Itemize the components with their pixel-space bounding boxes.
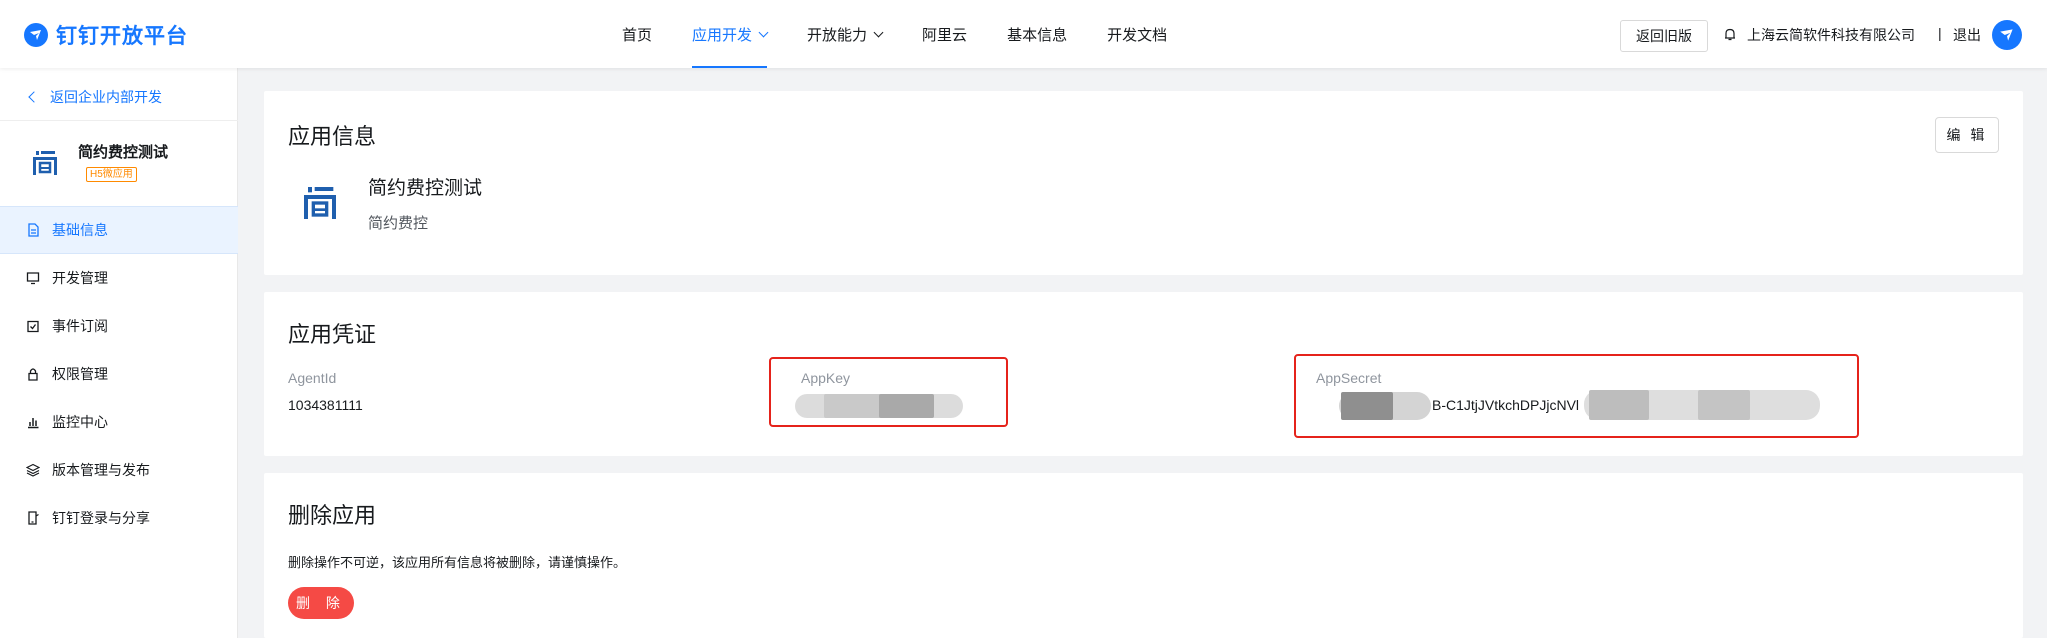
lock-icon bbox=[28, 368, 38, 381]
app-description: 简约费控 bbox=[368, 215, 429, 232]
app-logo-icon bbox=[304, 187, 336, 219]
sidebar-item-version-release[interactable]: 版本管理与发布 bbox=[0, 446, 238, 494]
divider bbox=[0, 120, 238, 121]
company-name[interactable]: 上海云简软件科技有限公司 bbox=[1747, 25, 1915, 45]
sidebar-app-name: 简约费控测试 bbox=[78, 144, 169, 161]
delete-warning-text: 删除操作不可逆，该应用所有信息将被删除，请谨慎操作。 bbox=[288, 555, 627, 570]
dingtalk-logo-icon bbox=[24, 23, 48, 47]
back-to-internal-dev-link[interactable]: 返回企业内部开发 bbox=[28, 87, 162, 107]
nav-home[interactable]: 首页 bbox=[622, 0, 652, 68]
main-nav: 首页 应用开发 开放能力 阿里云 基本信息 开发文档 bbox=[622, 0, 1207, 68]
bell-icon[interactable] bbox=[1724, 28, 1736, 41]
appsecret-label: AppSecret bbox=[1316, 370, 1382, 386]
layers-icon bbox=[26, 463, 40, 477]
phone-share-icon bbox=[28, 511, 39, 525]
nav-app-dev-label: 应用开发 bbox=[692, 26, 753, 44]
app-name: 简约费控测试 bbox=[368, 178, 483, 199]
logo-text: 钉钉开放平台 bbox=[56, 25, 188, 48]
logout-link[interactable]: 退出 bbox=[1953, 25, 1981, 45]
back-link-label: 返回企业内部开发 bbox=[50, 89, 162, 105]
credentials-card: 应用凭证 AgentId 1034381111 AppKey AppSecret… bbox=[264, 292, 2023, 456]
app-info-card: 应用信息 编 辑 简约费控测试 简约费控 bbox=[264, 91, 2023, 275]
sidebar-item-label: 钉钉登录与分享 bbox=[52, 510, 150, 526]
app-type-badge: H5微应用 bbox=[86, 167, 137, 182]
agent-id-value: 1034381111 bbox=[288, 397, 363, 413]
chevron-down-icon bbox=[873, 27, 884, 37]
appkey-label: AppKey bbox=[801, 370, 851, 386]
top-navigation-bar: 钉钉开放平台 首页 应用开发 开放能力 阿里云 基本信息 开发文档 返回旧版 上… bbox=[0, 0, 2047, 68]
sidebar-item-label: 开发管理 bbox=[52, 270, 108, 286]
sidebar-item-label: 权限管理 bbox=[52, 366, 108, 382]
sidebar-item-basic-info[interactable]: 基础信息 bbox=[0, 206, 238, 254]
avatar[interactable] bbox=[1992, 20, 2022, 50]
nav-app-dev[interactable]: 应用开发 bbox=[692, 0, 769, 68]
chevron-left-icon bbox=[28, 91, 40, 103]
document-icon bbox=[28, 223, 39, 237]
nav-basic-info[interactable]: 基本信息 bbox=[1007, 0, 1067, 68]
sidebar-item-label: 监控中心 bbox=[52, 414, 108, 430]
sidebar-item-dev-management[interactable]: 开发管理 bbox=[0, 254, 238, 302]
nav-open-capabilities[interactable]: 开放能力 bbox=[807, 0, 884, 68]
app-logo-icon bbox=[33, 151, 57, 175]
calendar-check-icon bbox=[27, 320, 39, 333]
nav-home-label: 首页 bbox=[622, 26, 653, 44]
agent-id-label: AgentId bbox=[288, 370, 337, 386]
delete-app-title: 删除应用 bbox=[288, 503, 377, 528]
sidebar-menu: 基础信息 开发管理 事件订阅 权限管理 监控中心 版本管理与发布 钉钉登录与分享 bbox=[0, 206, 238, 542]
sidebar-item-label: 事件订阅 bbox=[52, 318, 108, 334]
monitor-icon bbox=[26, 272, 40, 285]
sidebar-item-login-share[interactable]: 钉钉登录与分享 bbox=[0, 494, 238, 542]
sidebar-item-monitoring[interactable]: 监控中心 bbox=[0, 398, 238, 446]
sidebar-item-event-subscription[interactable]: 事件订阅 bbox=[0, 302, 238, 350]
bar-chart-icon bbox=[28, 418, 39, 429]
nav-basic-info-label: 基本信息 bbox=[1007, 26, 1068, 44]
delete-app-card: 删除应用 删除操作不可逆，该应用所有信息将被删除，请谨慎操作。 删 除 bbox=[264, 473, 2023, 638]
separator: | bbox=[1938, 25, 1942, 41]
nav-open-capabilities-label: 开放能力 bbox=[807, 26, 868, 44]
nav-aliyun-label: 阿里云 bbox=[922, 26, 968, 44]
credentials-title: 应用凭证 bbox=[288, 322, 377, 347]
sidebar: 返回企业内部开发 简约费控测试 H5微应用 基础信息 开发管理 事件订阅 权限管… bbox=[0, 68, 238, 638]
delete-app-button[interactable]: 删 除 bbox=[288, 587, 354, 619]
sidebar-item-label: 基础信息 bbox=[52, 222, 108, 238]
dingtalk-logo[interactable]: 钉钉开放平台 bbox=[24, 22, 188, 48]
nav-aliyun[interactable]: 阿里云 bbox=[922, 0, 967, 68]
edit-button[interactable]: 编 辑 bbox=[1935, 117, 1999, 153]
sidebar-item-permissions[interactable]: 权限管理 bbox=[0, 350, 238, 398]
appsecret-visible-fragment: B-C1JtjJVtkchDPJjcNVl bbox=[1432, 397, 1580, 413]
nav-dev-docs-label: 开发文档 bbox=[1107, 26, 1168, 44]
app-info-title: 应用信息 bbox=[288, 124, 377, 149]
return-old-version-button[interactable]: 返回旧版 bbox=[1620, 20, 1708, 52]
nav-dev-docs[interactable]: 开发文档 bbox=[1107, 0, 1167, 68]
chevron-down-icon bbox=[758, 27, 769, 37]
sidebar-item-label: 版本管理与发布 bbox=[52, 462, 150, 478]
